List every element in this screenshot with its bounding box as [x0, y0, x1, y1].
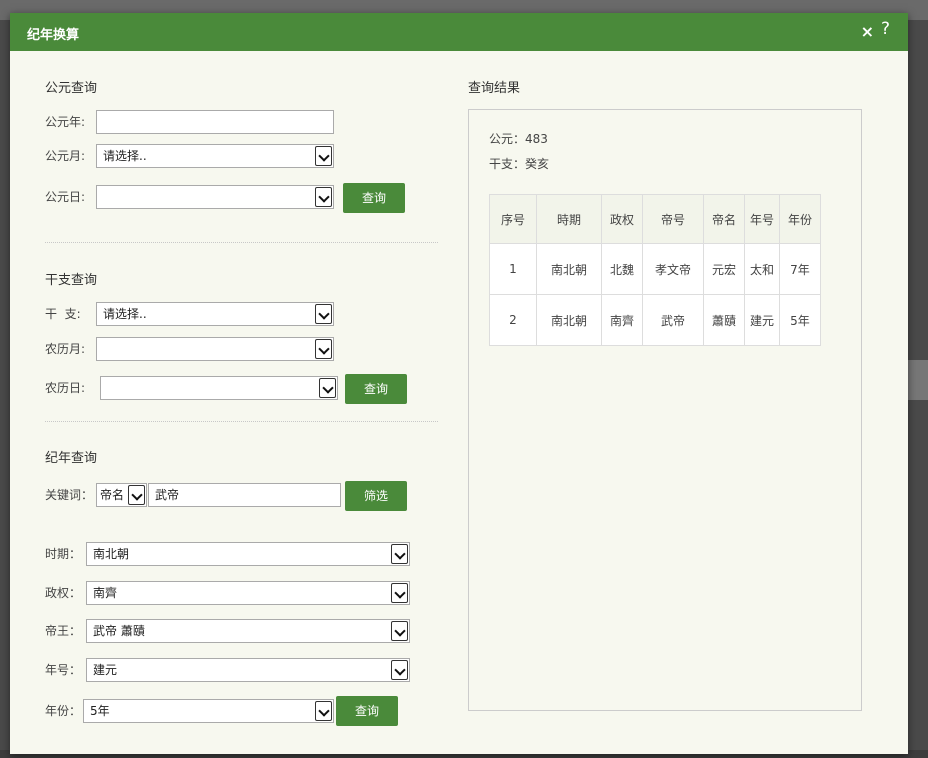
chevron-down-icon[interactable]: [315, 304, 332, 324]
era-name-label: 年号：: [45, 663, 82, 677]
column-header: 年份: [779, 194, 821, 244]
table-row: 1 南北朝 北魏 孝文帝 元宏 太和 7年: [489, 243, 821, 295]
ganzhi-value: 请选择..: [103, 307, 147, 321]
ad-month-label: 公元月:: [45, 149, 86, 163]
column-header: 時期: [536, 194, 602, 244]
column-header: 帝名: [703, 194, 745, 244]
table-cell: 南北朝: [536, 243, 602, 295]
chevron-down-icon[interactable]: [128, 485, 145, 505]
chevron-down-icon[interactable]: [391, 660, 408, 680]
ganzhi-query-button[interactable]: 查询: [345, 374, 407, 404]
section-divider: [45, 421, 438, 422]
ad-year-label: 公元年:: [45, 115, 86, 129]
table-cell: 南北朝: [536, 294, 602, 346]
section-divider: [45, 242, 438, 243]
ganzhi-select[interactable]: 请选择..: [96, 302, 334, 326]
table-header-row: 序号 時期 政权 帝号 帝名 年号 年份: [489, 194, 821, 244]
table-cell: 2: [489, 294, 537, 346]
period-value: 南北朝: [93, 547, 130, 561]
table-cell: 蕭賾: [703, 294, 745, 346]
column-header: 序号: [489, 194, 537, 244]
results-title: 查询结果: [468, 81, 521, 96]
era-name-select[interactable]: 建元: [86, 658, 410, 682]
keyword-type-select[interactable]: 帝名: [96, 483, 147, 507]
keyword-input[interactable]: 武帝: [148, 483, 341, 507]
chevron-down-icon[interactable]: [391, 544, 408, 564]
table-cell: 5年: [779, 294, 821, 346]
lunar-month-select[interactable]: [96, 337, 334, 361]
year-value: 5年: [90, 704, 110, 718]
era-query-title: 纪年查询: [45, 451, 98, 466]
keyword-type-value: 帝名: [100, 488, 125, 502]
period-label: 时期：: [45, 547, 82, 561]
ad-day-select[interactable]: [96, 185, 334, 209]
table-cell: 7年: [779, 243, 821, 295]
period-select[interactable]: 南北朝: [86, 542, 410, 566]
regime-value: 南齊: [93, 586, 118, 600]
chevron-down-icon[interactable]: [315, 187, 332, 207]
result-ganzhi: 干支：癸亥: [489, 157, 550, 171]
chevron-down-icon[interactable]: [315, 701, 332, 721]
ad-query-button[interactable]: 查询: [343, 183, 405, 213]
regime-select[interactable]: 南齊: [86, 581, 410, 605]
column-header: 帝号: [642, 194, 704, 244]
lunar-day-select[interactable]: [100, 376, 338, 400]
table-cell: 1: [489, 243, 537, 295]
results-table: 序号 時期 政权 帝号 帝名 年号 年份 1 南北朝 北魏 孝文帝 元宏 太和: [489, 194, 821, 346]
dialog-titlebar: 纪年换算 × ?: [10, 13, 908, 51]
chevron-down-icon[interactable]: [319, 378, 336, 398]
result-ad-year: 公元：483: [489, 132, 548, 146]
dialog-title: 纪年换算: [27, 28, 80, 43]
lunar-month-label: 农历月:: [45, 342, 86, 356]
chevron-down-icon[interactable]: [315, 339, 332, 359]
table-cell: 太和: [744, 243, 780, 295]
table-cell: 元宏: [703, 243, 745, 295]
era-query-button[interactable]: 查询: [336, 696, 398, 726]
ganzhi-query-title: 干支查询: [45, 273, 98, 288]
close-icon[interactable]: ×: [861, 22, 874, 41]
table-row: 2 南北朝 南齊 武帝 蕭賾 建元 5年: [489, 294, 821, 346]
lunar-day-label: 农历日:: [45, 381, 86, 395]
results-panel: 公元：483 干支：癸亥 序号 時期 政权 帝号 帝名 年号 年份 1 南北朝 …: [468, 109, 862, 711]
ad-year-input[interactable]: [96, 110, 334, 134]
column-header: 年号: [744, 194, 780, 244]
column-header: 政权: [601, 194, 643, 244]
table-cell: 北魏: [601, 243, 643, 295]
emperor-select[interactable]: 武帝 蕭賾: [86, 619, 410, 643]
table-cell: 孝文帝: [642, 243, 704, 295]
filter-button[interactable]: 筛选: [345, 481, 407, 511]
ad-day-label: 公元日:: [45, 190, 86, 204]
era-name-value: 建元: [93, 663, 118, 677]
backdrop-side: [908, 360, 928, 400]
regime-label: 政权：: [45, 586, 82, 600]
table-cell: 南齊: [601, 294, 643, 346]
year-select[interactable]: 5年: [83, 699, 334, 723]
ganzhi-label: 干 支:: [45, 307, 81, 321]
table-cell: 建元: [744, 294, 780, 346]
era-conversion-dialog: 纪年换算 × ? 公元查询 公元年: 公元月: 请选择.. 公元日: 查询 干支…: [10, 13, 908, 754]
chevron-down-icon[interactable]: [391, 583, 408, 603]
ad-month-value: 请选择..: [103, 149, 147, 163]
chevron-down-icon[interactable]: [315, 146, 332, 166]
year-label: 年份：: [45, 704, 82, 718]
keyword-label: 关键词：: [45, 488, 94, 502]
emperor-label: 帝王：: [45, 624, 82, 638]
chevron-down-icon[interactable]: [391, 621, 408, 641]
table-cell: 武帝: [642, 294, 704, 346]
help-icon[interactable]: ?: [881, 19, 890, 39]
ad-query-title: 公元查询: [45, 81, 98, 96]
emperor-value: 武帝 蕭賾: [93, 624, 145, 638]
ad-month-select[interactable]: 请选择..: [96, 144, 334, 168]
